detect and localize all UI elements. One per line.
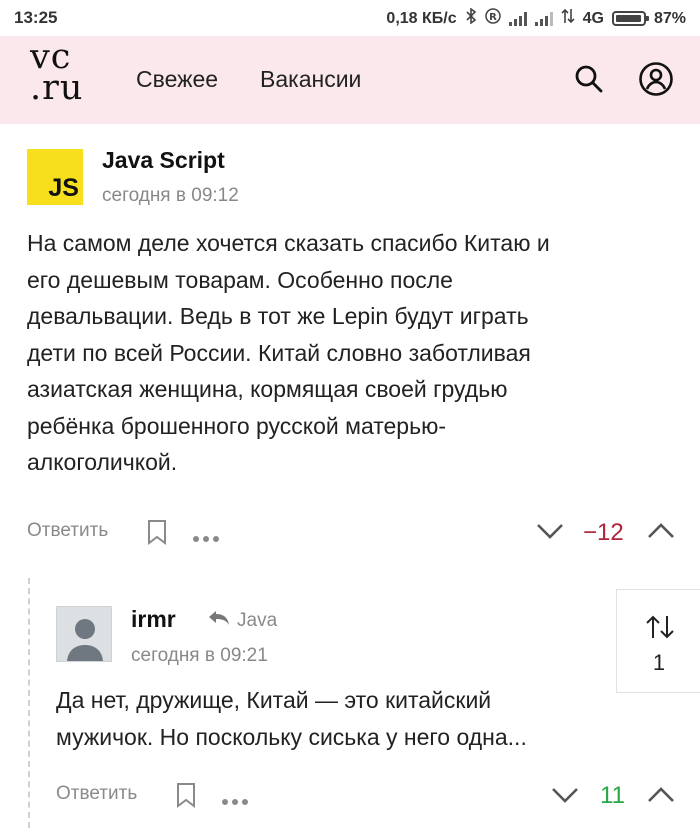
site-header: vc .ru Свежее Вакансии <box>0 36 700 124</box>
status-time: 13:25 <box>14 8 58 27</box>
reply-to-name: Java <box>237 610 278 631</box>
vote-down-icon[interactable] <box>551 786 579 809</box>
status-bar: 13:25 0,18 КБ/с R 4G 87% <box>0 0 700 36</box>
comment-score: 11 <box>600 782 625 809</box>
comment-text-line: ребёнка брошенного русской матерью- <box>27 412 446 439</box>
sort-arrows-icon <box>644 614 676 645</box>
battery-percent: 87% <box>653 9 686 27</box>
comment-score: −12 <box>583 519 624 546</box>
reply-button[interactable]: Ответить <box>27 520 108 542</box>
comment-text-line: девальвации. Ведь в тот же Lepin будут и… <box>27 303 529 329</box>
comment-text-line: мужичок. Но поскольку сиська у него одна… <box>56 723 527 750</box>
comment-text: Да нет, дружище, Китай — это китайский м… <box>56 682 527 755</box>
comment-author[interactable]: Java Script <box>102 147 225 174</box>
profile-icon[interactable] <box>638 61 674 97</box>
comment-text-line: азиатская женщина, кормящая своей грудью <box>27 376 508 402</box>
site-logo[interactable]: vc .ru <box>30 40 94 108</box>
net-speed: 0,18 КБ/с <box>386 9 457 27</box>
comment-text-line: На самом деле хочется сказать спасибо Ки… <box>27 230 550 256</box>
search-icon[interactable] <box>571 61 607 97</box>
comment-text-line: дети по всей России. Китай словно заботл… <box>27 339 531 366</box>
more-icon[interactable] <box>192 530 220 548</box>
rating-value: 1 <box>652 650 666 675</box>
bookmark-icon[interactable] <box>147 519 167 550</box>
logo-line-2: .ru <box>30 68 84 108</box>
status-right: 0,18 КБ/с R 4G 87% <box>386 7 686 29</box>
avatar-js[interactable]: JS <box>27 149 83 205</box>
comment-text-line: алкоголичкой. <box>27 449 178 475</box>
vote-down-icon[interactable] <box>536 522 564 545</box>
network-type: 4G <box>582 9 604 27</box>
comment-text-line: Да нет, дружище, Китай — это китайский <box>56 687 492 713</box>
comment-text: На самом деле хочется сказать спасибо Ки… <box>27 225 550 481</box>
vote-up-icon[interactable] <box>647 786 675 809</box>
vote-up-icon[interactable] <box>647 522 675 545</box>
reply-to[interactable]: Java <box>207 610 277 632</box>
comment-author[interactable]: irmr <box>131 606 176 633</box>
nav-fresh[interactable]: Свежее <box>136 66 218 93</box>
thread-line <box>28 578 30 828</box>
nav-jobs[interactable]: Вакансии <box>260 66 361 93</box>
more-icon[interactable] <box>221 793 249 811</box>
signal-2-icon <box>534 11 553 26</box>
bookmark-icon[interactable] <box>176 782 196 813</box>
comment-date[interactable]: сегодня в 09:21 <box>131 645 268 667</box>
svg-text:R: R <box>489 12 497 23</box>
signal-1-icon <box>508 11 527 26</box>
reply-arrow-icon <box>207 610 231 632</box>
battery-icon <box>611 11 649 26</box>
comment-date[interactable]: сегодня в 09:12 <box>102 185 239 207</box>
bluetooth-icon <box>465 7 477 29</box>
registered-icon: R <box>484 8 501 29</box>
comment-text-line: его дешевым товарам. Особенно после <box>27 266 453 293</box>
reply-button[interactable]: Ответить <box>56 783 137 805</box>
avatar-default[interactable] <box>56 606 112 662</box>
data-arrows-icon <box>561 8 575 29</box>
rating-card[interactable]: 1 <box>616 589 700 693</box>
avatar-text: JS <box>48 174 79 202</box>
